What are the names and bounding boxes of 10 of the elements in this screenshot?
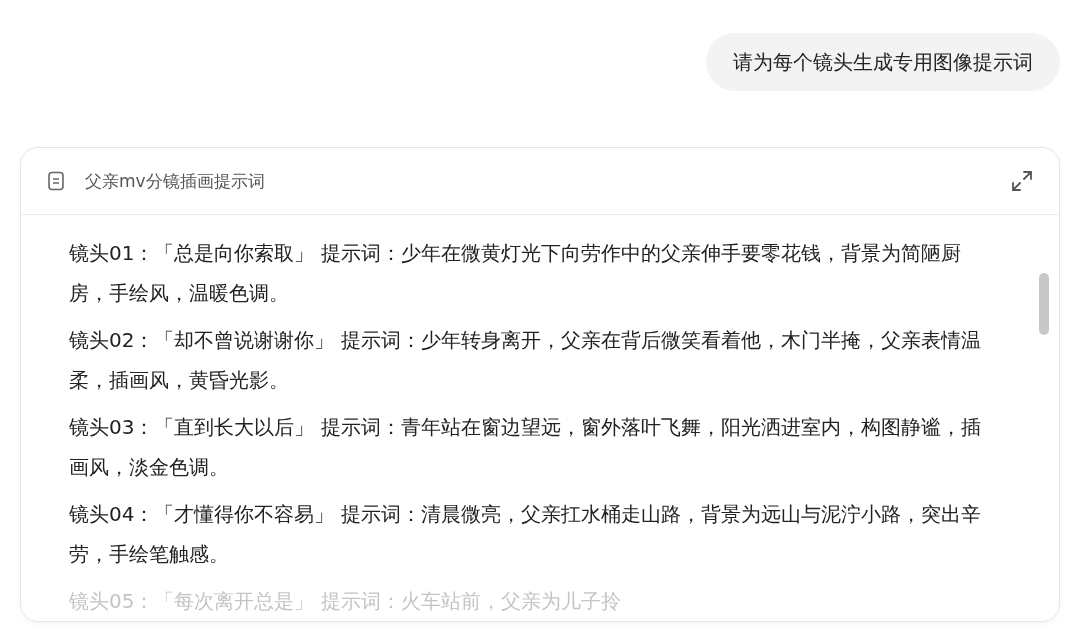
user-message: 请为每个镜头生成专用图像提示词 <box>706 33 1060 91</box>
prompt-paragraph: 镜头03：「直到长大以后」 提示词：青年站在窗边望远，窗外落叶飞舞，阳光洒进室内，构图静谧，插画风，淡金色调。 <box>69 414 982 481</box>
expand-icon[interactable] <box>1011 170 1033 192</box>
prompt-paragraph: 镜头05：「每次离开总是」 提示词：火车站前，父亲为儿子拎 <box>69 588 622 615</box>
prompt-paragraph: 镜头02：「却不曾说谢谢你」 提示词：少年转身离开，父亲在背后微笑看着他，木门半掩，父亲表情温柔，插画风，黄昏光影。 <box>69 327 982 394</box>
document-icon <box>47 171 65 191</box>
scrollbar-thumb[interactable] <box>1039 273 1049 335</box>
prompt-paragraph: 镜头01：「总是向你索取」 提示词：少年在微黄灯光下向劳作中的父亲伸手要零花钱，背景为简陋厨房，手绘风，温暖色调。 <box>69 240 962 307</box>
prompt-paragraph: 镜头04：「才懂得你不容易」 提示词：清晨微亮，父亲扛水桶走山路，背景为远山与泥泞小路，突出辛劳，手绘笔触感。 <box>69 501 982 568</box>
document-title: 父亲mv分镜插画提示词 <box>85 169 266 193</box>
